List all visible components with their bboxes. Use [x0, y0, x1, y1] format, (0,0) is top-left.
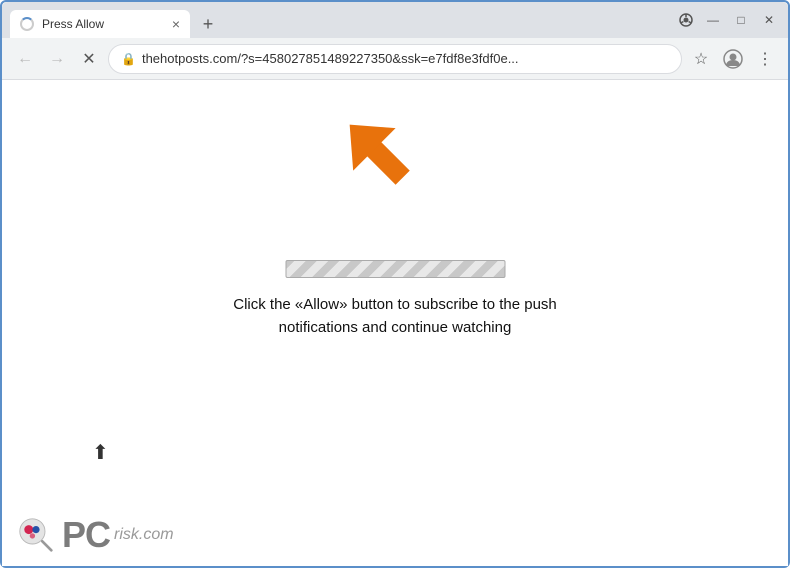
browser-window: Press Allow × + — □ ✕ ← → ✕ 🔒 — [0, 0, 790, 568]
url-bar[interactable]: 🔒 thehotposts.com/?s=458027851489227350&… — [108, 44, 682, 74]
pc-letters: PC — [62, 514, 110, 556]
progress-area: Click the «Allow» button to subscribe to… — [199, 260, 592, 339]
orange-arrow-icon — [335, 110, 435, 210]
chrome-extensions-icon[interactable] — [674, 8, 698, 32]
close-button[interactable]: ✕ — [758, 9, 780, 31]
profile-button[interactable] — [720, 46, 746, 72]
pc-logo-text: PC risk.com — [62, 514, 174, 556]
cursor-indicator: ⬆ — [92, 440, 109, 465]
chrome-menu-button[interactable]: ⋮ — [752, 46, 778, 72]
address-bar: ← → ✕ 🔒 thehotposts.com/?s=4580278514892… — [2, 38, 788, 80]
bookmark-button[interactable]: ☆ — [688, 46, 714, 72]
page-content: Click the «Allow» button to subscribe to… — [2, 80, 788, 566]
fake-progress-bar — [285, 260, 505, 278]
active-tab[interactable]: Press Allow × — [10, 10, 190, 38]
url-text: thehotposts.com/?s=458027851489227350&ss… — [142, 51, 669, 66]
tab-close-button[interactable]: × — [172, 17, 180, 31]
tab-spinner — [20, 17, 34, 31]
forward-button[interactable]: → — [44, 46, 70, 72]
arrow-container — [335, 110, 435, 215]
back-button[interactable]: ← — [12, 46, 38, 72]
title-bar: Press Allow × + — □ ✕ — [2, 2, 788, 38]
maximize-button[interactable]: □ — [730, 9, 752, 31]
pcrisk-logo-icon — [18, 517, 54, 553]
risk-text: risk.com — [114, 526, 174, 544]
reload-button[interactable]: ✕ — [76, 46, 102, 72]
minimize-button[interactable]: — — [702, 9, 724, 31]
window-controls: — □ ✕ — [702, 9, 780, 31]
new-tab-button[interactable]: + — [194, 10, 222, 38]
lock-icon: 🔒 — [121, 52, 136, 66]
page-message: Click the «Allow» button to subscribe to… — [199, 294, 592, 339]
tab-area: Press Allow × + — [10, 2, 670, 38]
pcrisk-watermark: PC risk.com — [18, 514, 174, 556]
tab-title: Press Allow — [42, 17, 164, 31]
